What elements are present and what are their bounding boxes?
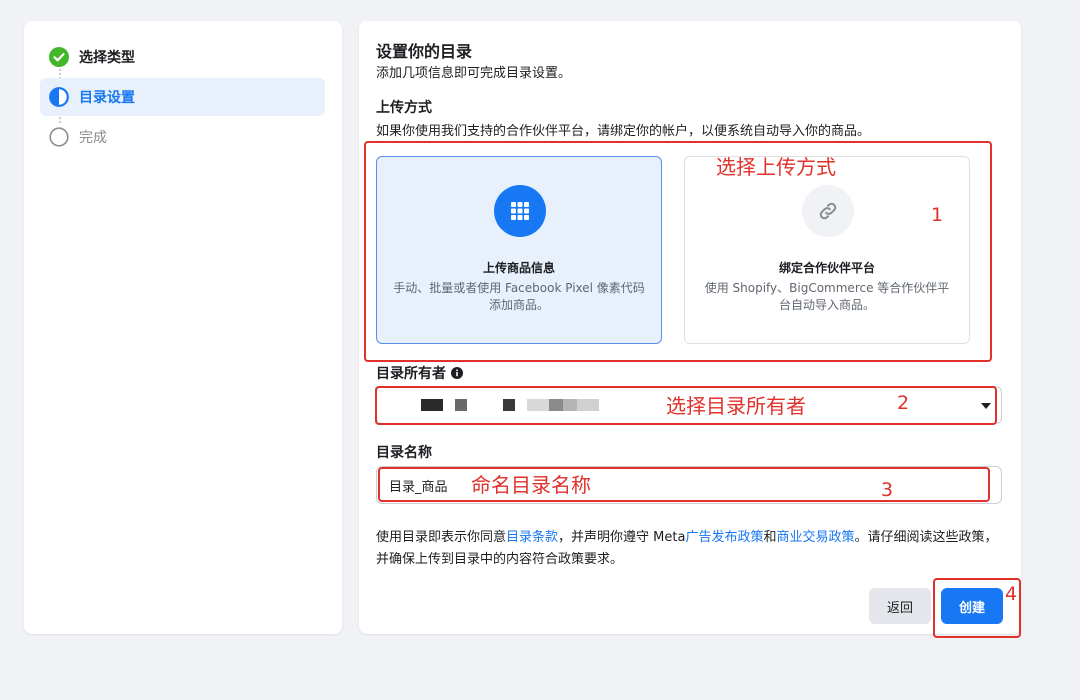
- policy-text: 使用目录即表示你同意目录条款，并声明你遵守 Meta广告发布政策和商业交易政策。…: [376, 530, 998, 567]
- step-select-type[interactable]: 选择类型: [40, 38, 325, 76]
- annotation-box-name: [378, 467, 990, 502]
- annotation-label: 选择目录所有者: [666, 394, 806, 418]
- catalog-owner-label: 目录所有者: [376, 363, 463, 383]
- half-circle-icon: [49, 87, 69, 107]
- annotation-number: 1: [931, 204, 944, 226]
- catalog-terms-link[interactable]: 目录条款: [506, 530, 558, 545]
- step-complete[interactable]: 完成: [40, 118, 325, 156]
- annotation-number: 3: [881, 479, 894, 501]
- step-label: 目录设置: [79, 90, 135, 106]
- back-button[interactable]: 返回: [869, 588, 931, 624]
- check-circle-icon: [49, 47, 69, 67]
- annotation-number: 4: [1005, 583, 1018, 605]
- step-catalog-settings[interactable]: 目录设置: [40, 78, 325, 116]
- empty-circle-icon: [49, 127, 69, 147]
- ad-policy-link[interactable]: 广告发布政策: [685, 530, 763, 545]
- annotation-label: 选择上传方式: [716, 155, 836, 179]
- upload-method-desc: 如果你使用我们支持的合作伙伴平台，请绑定你的帐户，以便系统自动导入你的商品。: [376, 124, 871, 139]
- step-label: 完成: [79, 130, 107, 146]
- info-icon[interactable]: [451, 367, 463, 379]
- commerce-policy-link[interactable]: 商业交易政策: [776, 530, 854, 545]
- annotation-box-upload: [364, 141, 992, 362]
- annotation-label: 命名目录名称: [471, 473, 591, 497]
- step-label: 选择类型: [79, 50, 135, 66]
- page-title: 设置你的目录: [376, 42, 473, 61]
- steps-panel: 选择类型 目录设置 完成: [24, 21, 342, 634]
- catalog-name-label: 目录名称: [376, 445, 432, 461]
- annotation-number: 2: [897, 392, 910, 414]
- owner-label-text: 目录所有者: [376, 366, 446, 382]
- upload-method-label: 上传方式: [376, 100, 432, 116]
- page-subtitle: 添加几项信息即可完成目录设置。: [376, 66, 572, 81]
